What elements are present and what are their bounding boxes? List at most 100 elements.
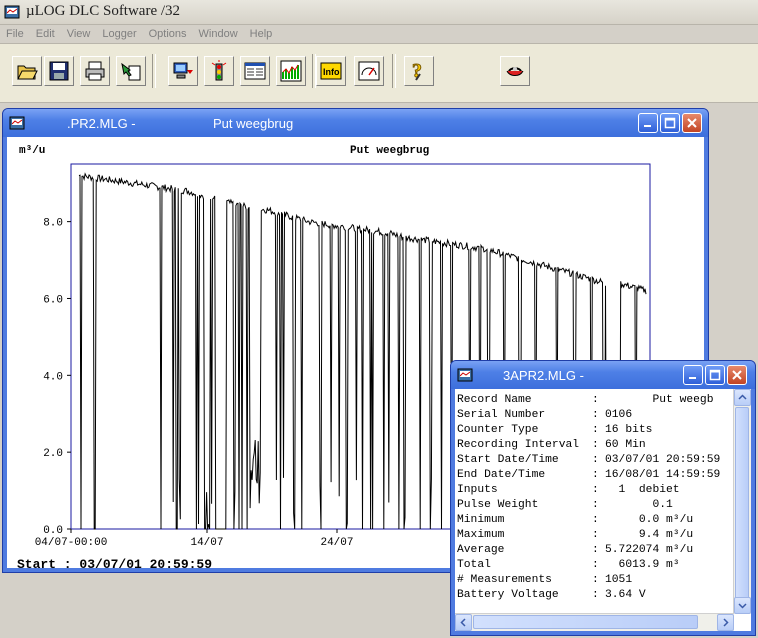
- scroll-right-button[interactable]: [717, 614, 734, 631]
- record-info-panel: Record Name: Put weegb Serial Number:0106…: [455, 389, 751, 631]
- chevron-up-icon: [738, 394, 747, 400]
- x-tick-label: 24/07: [320, 537, 353, 549]
- scroll-thumb[interactable]: [735, 407, 749, 607]
- record-value: 0.0 m³/u: [605, 514, 694, 526]
- record-separator: :: [592, 409, 599, 421]
- menu-help[interactable]: Help: [244, 25, 279, 43]
- record-value: 9.4 m³/u: [605, 529, 694, 541]
- chart-title: Put weegbrug: [350, 145, 429, 157]
- horizontal-scrollbar[interactable]: [455, 613, 734, 631]
- chart-window-file: .PR2.MLG -: [67, 116, 136, 131]
- record-separator: :: [592, 574, 599, 586]
- menu-bar: File Edit View Logger Options Window Help: [0, 25, 758, 44]
- minimize-button[interactable]: [638, 113, 658, 133]
- record-row: Counter Type:16 bits: [457, 423, 738, 438]
- record-label: Pulse Weight: [457, 499, 539, 511]
- maximize-icon: [664, 117, 676, 129]
- app-title-bar: µLOG DLC Software /32: [0, 0, 758, 25]
- scroll-thumb-horizontal[interactable]: [473, 615, 698, 629]
- record-table: Record Name: Put weegb Serial Number:0106…: [457, 393, 738, 625]
- open-button[interactable]: [12, 56, 42, 86]
- app-title: µLOG DLC Software /32: [26, 3, 181, 19]
- record-row: Inputs: 1 debiet: [457, 483, 738, 498]
- record-separator: :: [592, 514, 599, 526]
- print-button[interactable]: [80, 56, 110, 86]
- record-separator: :: [592, 424, 599, 436]
- y-tick-label: 6.0: [43, 294, 63, 306]
- menu-file[interactable]: File: [0, 25, 30, 43]
- record-row: Serial Number:0106: [457, 408, 738, 423]
- record-value: 60 Min: [605, 439, 646, 451]
- open-folder-icon: [17, 65, 38, 80]
- info-label: Info: [323, 67, 340, 77]
- export-button[interactable]: [116, 56, 146, 86]
- scroll-left-button[interactable]: [455, 614, 472, 631]
- record-label: Record Name: [457, 394, 532, 406]
- record-row: Recording Interval:60 Min: [457, 438, 738, 453]
- menu-options[interactable]: Options: [143, 25, 193, 43]
- record-row: Battery Voltage:3.64 V: [457, 588, 738, 603]
- close-button[interactable]: [682, 113, 702, 133]
- display-button[interactable]: [240, 56, 270, 86]
- record-separator: :: [592, 439, 599, 451]
- record-separator: :: [592, 454, 599, 466]
- record-row: Minimum: 0.0 m³/u: [457, 513, 738, 528]
- print-icon: [85, 61, 105, 81]
- save-button[interactable]: [44, 56, 74, 86]
- chart-window-title-bar[interactable]: .PR2.MLG - Put weegbrug: [3, 109, 708, 137]
- info-button[interactable]: Info: [316, 56, 346, 86]
- app-icon: [4, 5, 20, 19]
- record-label: Minimum: [457, 514, 505, 526]
- maximize-button[interactable]: [660, 113, 680, 133]
- record-label: End Date/Time: [457, 469, 546, 481]
- info-window-title: 3APR2.MLG -: [503, 368, 584, 383]
- vertical-scrollbar[interactable]: [733, 389, 751, 614]
- maximize-icon: [709, 369, 721, 381]
- scroll-up-button[interactable]: [734, 389, 751, 406]
- record-separator: :: [592, 559, 599, 571]
- record-value: Put weegb: [605, 394, 714, 406]
- gauge-button[interactable]: [354, 56, 384, 86]
- record-separator: :: [592, 484, 599, 496]
- record-label: Maximum: [457, 529, 505, 541]
- record-separator: :: [592, 469, 599, 481]
- record-label: Battery Voltage: [457, 589, 559, 601]
- y-tick-label: 8.0: [43, 218, 63, 230]
- close-button[interactable]: [727, 365, 747, 385]
- exit-button[interactable]: [500, 56, 530, 86]
- chevron-right-icon: [723, 618, 729, 627]
- scroll-down-button[interactable]: [734, 597, 751, 614]
- help-button[interactable]: ?: [404, 56, 434, 86]
- y-tick-label: 2.0: [43, 448, 63, 460]
- info-window-title-bar[interactable]: 3APR2.MLG -: [451, 361, 755, 389]
- record-value: 1 debiet: [605, 484, 680, 496]
- signal-icon: [211, 60, 227, 81]
- record-label: Total: [457, 559, 491, 571]
- document-icon: [9, 116, 25, 130]
- x-tick-label: 14/07: [190, 537, 223, 549]
- record-label: Recording Interval: [457, 439, 580, 451]
- menu-edit[interactable]: Edit: [30, 25, 61, 43]
- record-value: 6013.9 m³: [605, 559, 680, 571]
- record-separator: :: [592, 589, 599, 601]
- maximize-button[interactable]: [705, 365, 725, 385]
- minimize-button[interactable]: [683, 365, 703, 385]
- graph-button[interactable]: [276, 56, 306, 86]
- signal-button[interactable]: [204, 56, 234, 86]
- y-tick-label: 0.0: [43, 525, 63, 537]
- start-time: Start : 03/07/01 20:59:59: [17, 557, 213, 572]
- minimize-icon: [689, 377, 696, 379]
- download-button[interactable]: [168, 56, 198, 86]
- chart-window-title: Put weegbrug: [213, 116, 294, 131]
- record-row: Maximum: 9.4 m³/u: [457, 528, 738, 543]
- exit-icon: [506, 67, 524, 76]
- record-separator: :: [592, 529, 599, 541]
- record-value: 3.64 V: [605, 589, 646, 601]
- menu-logger[interactable]: Logger: [96, 25, 142, 43]
- record-row: Record Name: Put weegb: [457, 393, 738, 408]
- menu-window[interactable]: Window: [193, 25, 244, 43]
- record-row: Pulse Weight: 0.1: [457, 498, 738, 513]
- close-icon: [732, 370, 742, 380]
- menu-view[interactable]: View: [61, 25, 97, 43]
- y-tick-label: 4.0: [43, 371, 63, 383]
